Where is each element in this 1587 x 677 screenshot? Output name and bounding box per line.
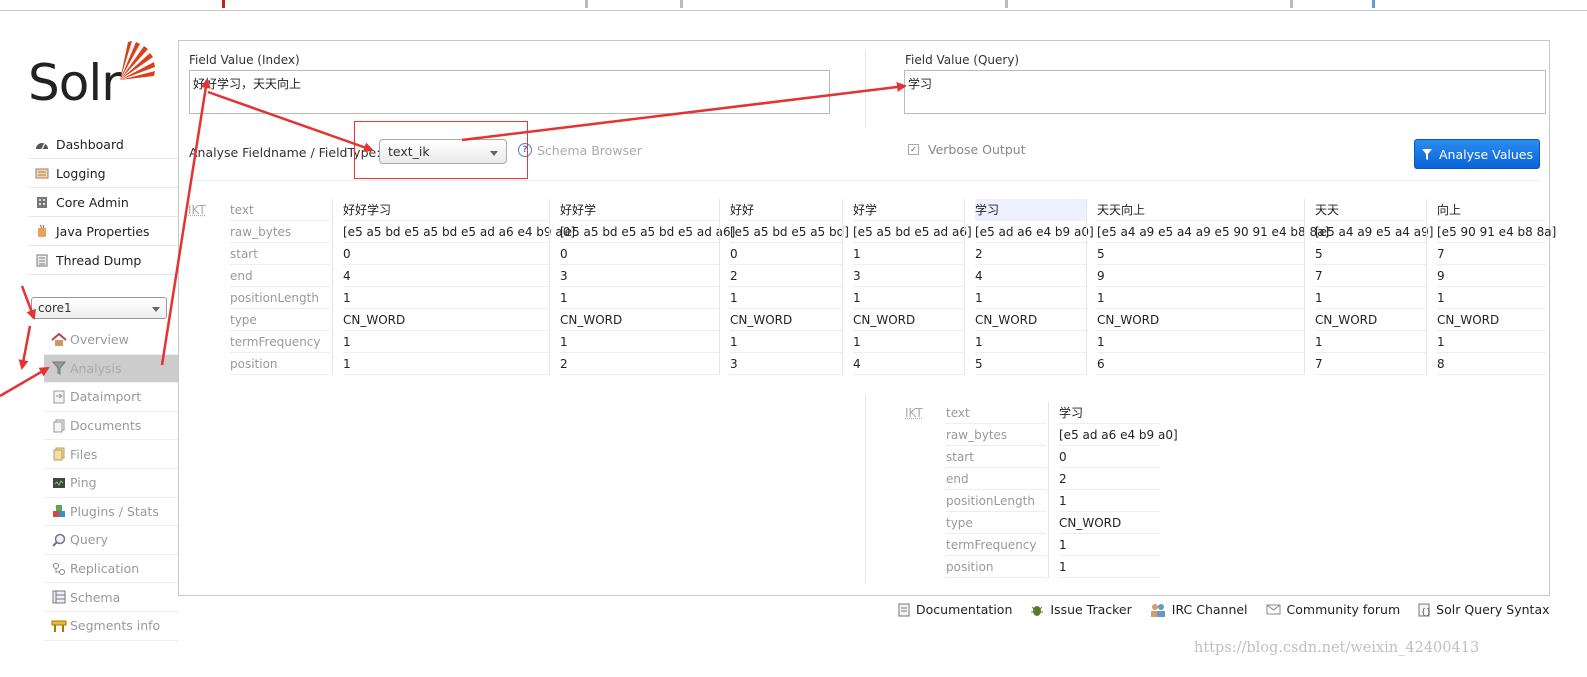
annotation-arrows: [0, 78, 907, 398]
